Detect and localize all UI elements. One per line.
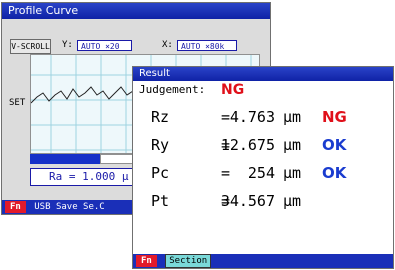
result-window: Result Judgement: NG Rz = 4.763 μm NG Ry… <box>132 66 394 269</box>
result-title: Result <box>133 67 393 81</box>
param-name: Pt <box>151 192 170 210</box>
param-unit: μm <box>283 192 302 210</box>
result-row-ry: Ry = 12.675 μm OK <box>133 135 393 155</box>
y-scale-field[interactable]: AUTO ×20 <box>77 40 132 51</box>
param-value: 254 <box>247 164 275 182</box>
param-unit: μm <box>283 164 302 182</box>
profile-curve-title: Profile Curve <box>2 3 270 19</box>
vscroll-button[interactable]: V-SCROLL <box>10 39 51 54</box>
param-judgement: OK <box>322 164 347 182</box>
param-value: 4.763 <box>229 108 275 126</box>
param-value: 34.567 <box>220 192 275 210</box>
param-value: 12.675 <box>220 136 275 154</box>
param-judgement: NG <box>322 108 347 126</box>
equals-sign: = <box>221 108 231 126</box>
section-tab[interactable]: Section <box>165 254 212 268</box>
param-name: Pc <box>151 164 170 182</box>
y-scale-label: Y: <box>62 40 73 50</box>
param-unit: μm <box>283 136 302 154</box>
judgement-value: NG <box>221 82 245 98</box>
result-row-pc: Pc = 254 μm OK <box>133 163 393 183</box>
set-label: SET <box>9 98 26 108</box>
result-footer: Fn Section <box>133 254 393 268</box>
fn-button[interactable]: Fn <box>136 255 157 267</box>
footer-menu-text[interactable]: USB Save Se.C <box>34 202 104 212</box>
param-judgement: OK <box>322 136 347 154</box>
result-row-pt: Pt = 34.567 μm <box>133 191 393 211</box>
scroll-position-bar[interactable] <box>30 154 100 164</box>
judgement-label: Judgement: <box>139 83 206 96</box>
param-unit: μm <box>283 108 302 126</box>
equals-sign: = <box>221 164 231 182</box>
param-name: Rz <box>151 108 170 126</box>
fn-button[interactable]: Fn <box>5 200 26 213</box>
x-scale-field[interactable]: AUTO ×80k <box>177 40 237 51</box>
result-row-rz: Rz = 4.763 μm NG <box>133 107 393 127</box>
x-scale-label: X: <box>162 40 173 50</box>
param-name: Ry <box>151 136 170 154</box>
